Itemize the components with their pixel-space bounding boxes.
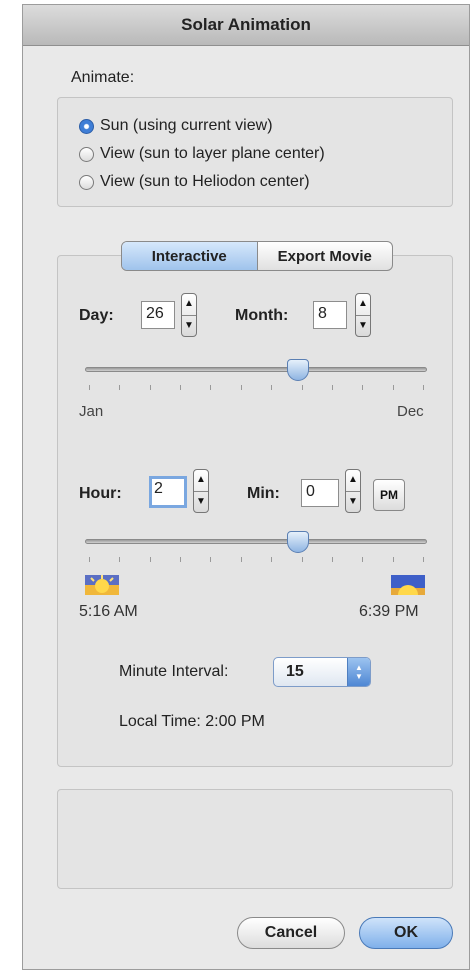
slider-tick	[210, 557, 212, 562]
date-slider-track[interactable]	[85, 367, 427, 372]
animate-label: Animate:	[71, 69, 135, 86]
sunrise-time: 5:16 AM	[79, 603, 138, 620]
month-stepper[interactable]: ▲ ▼	[355, 293, 371, 337]
day-stepper[interactable]: ▲ ▼	[181, 293, 197, 337]
am-pm-button[interactable]: PM	[373, 479, 405, 511]
hour-label: Hour:	[79, 485, 122, 502]
month-field[interactable]: 8	[313, 301, 347, 329]
day-field[interactable]: 26	[141, 301, 175, 329]
slider-tick	[180, 557, 182, 562]
minute-interval-value: 15	[286, 663, 304, 680]
sunrise-icon	[85, 575, 119, 595]
slider-tick	[423, 385, 424, 390]
slider-tick	[392, 385, 394, 390]
slider-tick	[149, 557, 151, 562]
slider-tick	[301, 557, 303, 562]
min-label: Min:	[247, 485, 280, 502]
minute-interval-select[interactable]: 15 ▲ ▼	[273, 657, 371, 687]
slider-tick	[301, 385, 303, 390]
time-slider-track[interactable]	[85, 539, 427, 544]
stepper-up-icon[interactable]: ▲	[356, 294, 370, 316]
slider-tick	[119, 557, 121, 562]
popup-arrows-icon: ▲ ▼	[347, 658, 370, 686]
slider-tick	[210, 385, 212, 390]
stepper-down-icon[interactable]: ▼	[194, 492, 208, 513]
settings-panel	[57, 255, 453, 767]
radio-selected-icon	[79, 118, 94, 134]
month-min-label: Jan	[79, 403, 104, 420]
radio-label: View (sun to layer plane center)	[100, 145, 325, 162]
time-slider-thumb[interactable]	[286, 531, 309, 553]
hour-stepper[interactable]: ▲ ▼	[193, 469, 209, 513]
stepper-up-icon[interactable]: ▲	[194, 470, 208, 492]
tab-interactive[interactable]: Interactive	[122, 242, 258, 270]
minute-interval-label: Minute Interval:	[119, 663, 229, 680]
slider-tick	[149, 385, 151, 390]
slider-tick	[331, 385, 333, 390]
slider-tick	[362, 385, 364, 390]
stepper-up-icon[interactable]: ▲	[346, 470, 360, 492]
slider-tick	[423, 557, 424, 562]
hour-field[interactable]: 2	[149, 476, 187, 508]
radio-unselected-icon	[79, 174, 94, 190]
radio-label: Sun (using current view)	[100, 117, 273, 134]
radio-view-heliodon[interactable]: View (sun to Heliodon center)	[79, 173, 310, 191]
stepper-down-icon[interactable]: ▼	[182, 316, 196, 337]
ok-button[interactable]: OK	[359, 917, 453, 949]
month-max-label: Dec	[397, 403, 424, 420]
min-field[interactable]: 0	[301, 479, 339, 507]
stepper-up-icon[interactable]: ▲	[182, 294, 196, 316]
slider-tick	[271, 385, 273, 390]
slider-tick	[271, 557, 273, 562]
slider-tick	[331, 557, 333, 562]
sunset-time: 6:39 PM	[359, 603, 419, 620]
radio-sun-current-view[interactable]: Sun (using current view)	[79, 117, 273, 135]
slider-tick	[89, 557, 90, 562]
window-title: Solar Animation	[23, 5, 469, 46]
solar-animation-dialog: Solar Animation Animate: Sun (using curr…	[22, 4, 470, 970]
slider-tick	[362, 557, 364, 562]
cancel-button[interactable]: Cancel	[237, 917, 345, 949]
radio-label: View (sun to Heliodon center)	[100, 173, 310, 190]
min-stepper[interactable]: ▲ ▼	[345, 469, 361, 513]
radio-unselected-icon	[79, 146, 94, 162]
mode-tabs: Interactive Export Movie	[121, 241, 393, 271]
local-time: Local Time: 2:00 PM	[119, 713, 265, 730]
slider-tick	[392, 557, 394, 562]
tab-export-movie[interactable]: Export Movie	[258, 242, 393, 270]
slider-tick	[89, 385, 90, 390]
slider-tick	[180, 385, 182, 390]
radio-view-layer-plane[interactable]: View (sun to layer plane center)	[79, 145, 325, 163]
slider-tick	[119, 385, 121, 390]
stepper-down-icon[interactable]: ▼	[356, 316, 370, 337]
sunset-icon	[391, 575, 425, 595]
slider-tick	[240, 557, 242, 562]
stepper-down-icon[interactable]: ▼	[346, 492, 360, 513]
month-label: Month:	[235, 307, 289, 324]
status-area	[57, 789, 453, 889]
date-slider-thumb[interactable]	[286, 359, 309, 381]
slider-tick	[240, 385, 242, 390]
day-label: Day:	[79, 307, 114, 324]
